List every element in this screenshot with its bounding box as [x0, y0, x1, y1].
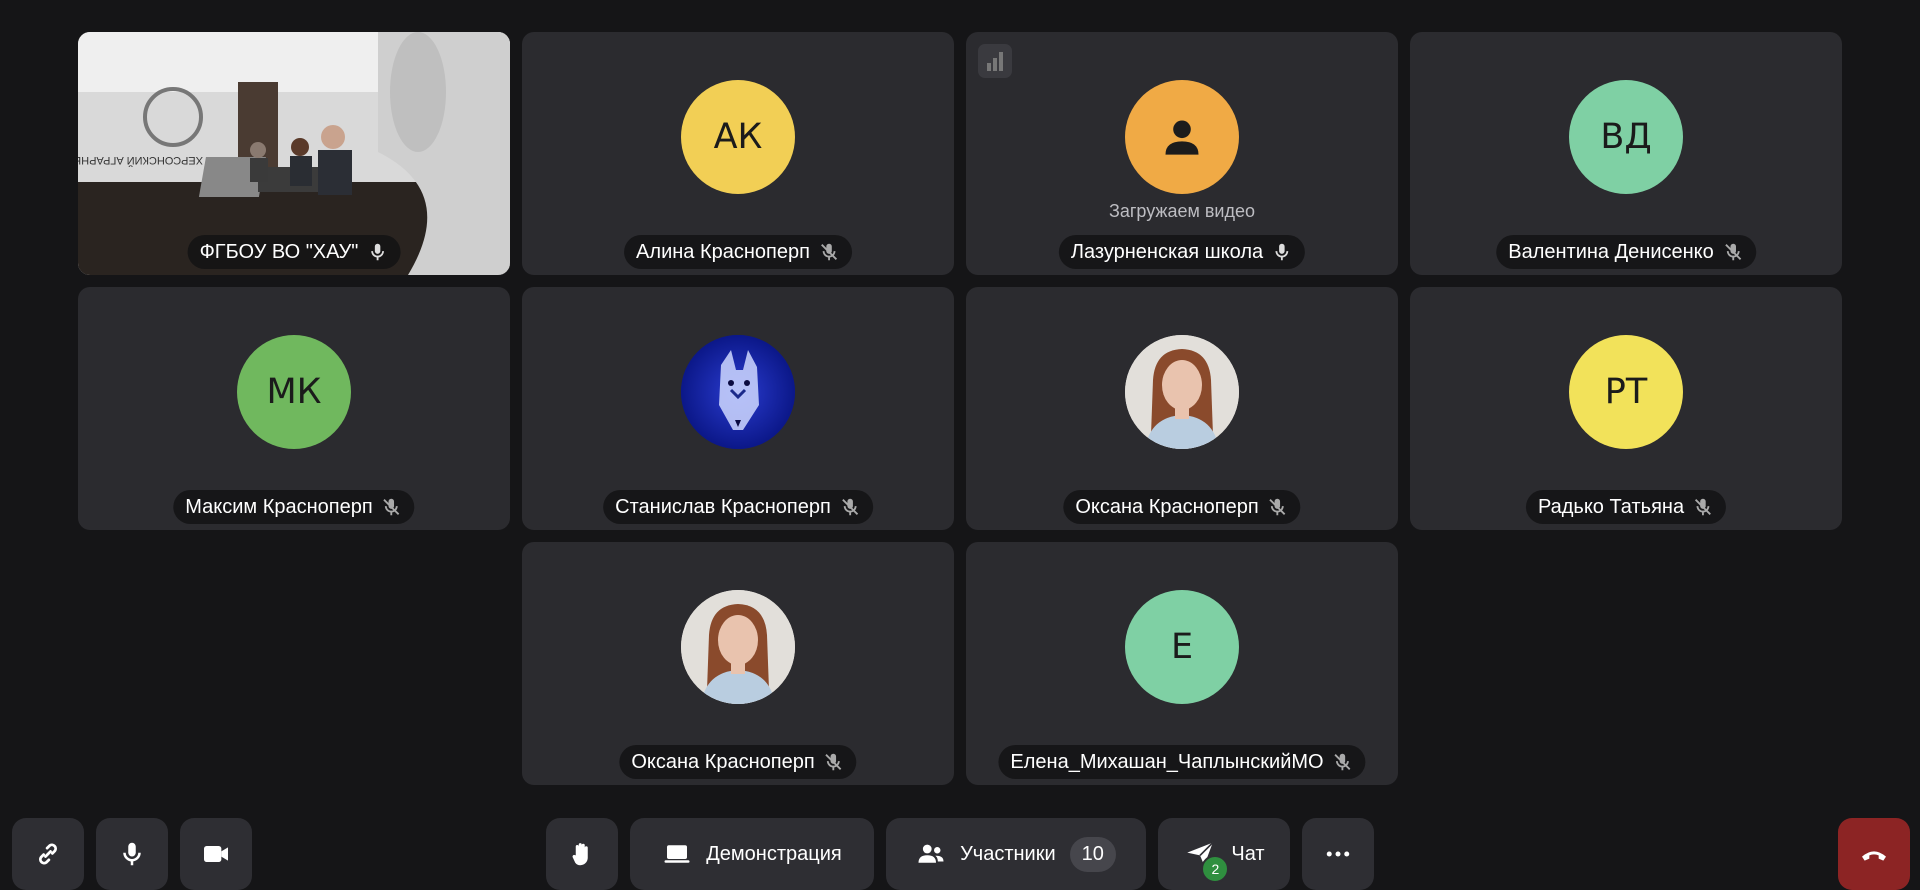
chat-label: Чат — [1231, 842, 1265, 865]
participant-name: Максим Красноперп — [185, 495, 373, 518]
hangup-icon — [1862, 851, 1886, 861]
participants-icon — [918, 844, 944, 863]
participant-tile-loading[interactable]: Загружаем видео Лазурненская школа — [966, 32, 1398, 275]
participant-name-pill: Елена_Михашан_ЧаплынскийМО — [998, 745, 1366, 779]
participant-name: Валентина Денисенко — [1508, 240, 1714, 263]
participant-name-pill: Радько Татьяна — [1525, 490, 1727, 524]
camera-button[interactable] — [180, 818, 252, 890]
screen-share-button[interactable]: Демонстрация — [630, 818, 874, 890]
more-icon — [1326, 851, 1350, 857]
avatar: МК — [237, 335, 351, 449]
avatar: Е — [1125, 590, 1239, 704]
participant-name-pill: Максим Красноперп — [173, 490, 415, 524]
participant-tile[interactable]: РТ Радько Татьяна — [1410, 287, 1842, 530]
participant-tile[interactable]: МК Максим Красноперп — [78, 287, 510, 530]
microphone-muted-icon — [1269, 498, 1286, 516]
participant-name-pill: Лазурненская школа — [1058, 235, 1306, 269]
camera-icon — [204, 846, 228, 862]
avatar-initials: ВД — [1600, 117, 1652, 157]
participant-name: Станислав Красноперп — [615, 495, 831, 518]
raise-hand-icon — [572, 843, 588, 866]
avatar-initials: РТ — [1604, 372, 1648, 412]
participant-tile[interactable]: Е Елена_Михашан_ЧаплынскийМО — [966, 542, 1398, 785]
participant-name: Радько Татьяна — [1537, 495, 1685, 518]
scene-sign-text: ХЕРСОНСКИЙ АГРАРНЫЙ — [78, 154, 203, 167]
participant-tile[interactable]: АК Алина Красноперп — [522, 32, 954, 275]
avatar-photo-woman — [681, 590, 795, 704]
avatar-photo-wolf — [681, 335, 795, 449]
raise-hand-button[interactable] — [546, 818, 618, 890]
avatar — [1125, 80, 1239, 194]
more-button[interactable] — [1302, 818, 1374, 890]
participant-tile[interactable]: ВД Валентина Денисенко — [1410, 32, 1842, 275]
microphone-muted-icon — [383, 498, 400, 516]
microphone-muted-icon — [1334, 753, 1351, 771]
participant-name-pill: Станислав Красноперп — [603, 490, 873, 524]
microphone-muted-icon — [820, 243, 837, 261]
hangup-button[interactable] — [1838, 818, 1910, 890]
avatar: РТ — [1569, 335, 1683, 449]
participant-tile-video[interactable]: ХЕРСОНСКИЙ АГРАРНЫЙ ФГБОУ ВО "ХАУ" — [78, 32, 510, 275]
chat-button[interactable]: 2 Чат — [1158, 818, 1290, 890]
microphone-muted-icon — [1724, 243, 1741, 261]
participants-button[interactable]: Участники 10 — [886, 818, 1146, 890]
avatar-initials: Е — [1170, 627, 1194, 667]
participant-name: ФГБОУ ВО "ХАУ" — [199, 240, 359, 263]
copy-link-button[interactable] — [12, 818, 84, 890]
microphone-muted-icon — [1695, 498, 1712, 516]
microphone-icon — [123, 842, 141, 866]
avatar-initials: МК — [266, 372, 322, 412]
participant-tile[interactable]: Оксана Красноперп — [522, 542, 954, 785]
link-icon — [39, 843, 57, 865]
participant-name: Оксана Красноперп — [1075, 495, 1259, 518]
participant-name: Алина Красноперп — [636, 240, 810, 263]
microphone-muted-icon — [841, 498, 858, 516]
chat-unread-badge: 2 — [1201, 855, 1230, 883]
avatar: ВД — [1569, 80, 1683, 194]
participants-label: Участники — [960, 842, 1056, 865]
microphone-on-icon — [1275, 243, 1289, 261]
screen-share-icon — [664, 845, 690, 863]
participant-tile[interactable]: Станислав Красноперп — [522, 287, 954, 530]
participants-count-badge: 10 — [1069, 836, 1116, 872]
person-icon — [1165, 120, 1199, 155]
microphone-on-icon — [370, 243, 384, 261]
participant-name-pill: Оксана Красноперп — [619, 745, 857, 779]
avatar-photo-woman — [1125, 335, 1239, 449]
avatar: АК — [681, 80, 795, 194]
participant-name-pill: Оксана Красноперп — [1063, 490, 1301, 524]
signal-strength-icon — [978, 44, 1012, 78]
participant-name-pill: Алина Красноперп — [624, 235, 852, 269]
microphone-muted-icon — [825, 753, 842, 771]
loading-video-text: Загружаем видео — [1108, 201, 1256, 221]
participant-name: Лазурненская школа — [1070, 240, 1264, 263]
participant-name-pill: Валентина Денисенко — [1496, 235, 1756, 269]
participant-tile[interactable]: Оксана Красноперп — [966, 287, 1398, 530]
participant-name: Елена_Михашан_ЧаплынскийМО — [1010, 750, 1324, 773]
microphone-button[interactable] — [96, 818, 168, 890]
avatar-initials: АК — [713, 117, 763, 157]
screen-share-label: Демонстрация — [706, 842, 842, 865]
participant-name-pill: ФГБОУ ВО "ХАУ" — [187, 235, 401, 269]
participant-name: Оксана Красноперп — [631, 750, 815, 773]
